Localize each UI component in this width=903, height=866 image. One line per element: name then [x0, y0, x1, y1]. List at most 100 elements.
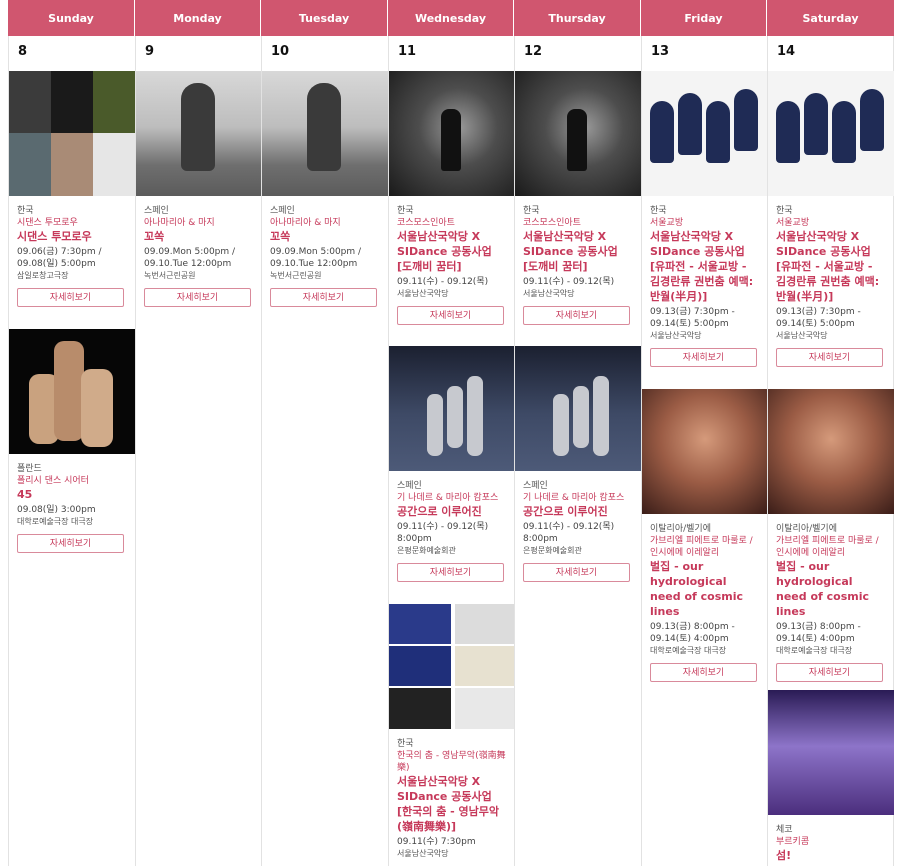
day-number: 14: [777, 44, 796, 59]
event-title[interactable]: 시댄스 투모로우: [17, 229, 126, 244]
event-venue: 서울남산국악당: [397, 289, 449, 298]
header-monday: Monday: [135, 0, 261, 36]
event-image[interactable]: [768, 389, 894, 514]
event-venue: 삼일로창고극장: [17, 271, 69, 280]
event-country: 한국: [523, 206, 540, 216]
details-button[interactable]: 자세히보기: [17, 534, 124, 553]
event-image[interactable]: [9, 71, 135, 196]
event-country: 한국: [17, 206, 34, 216]
event-image[interactable]: [515, 346, 641, 471]
event-image[interactable]: [642, 71, 768, 196]
event-card: 스페인 기 나데르 & 마리아 캄포스 공간으로 이루어진 09.11(수) -…: [389, 346, 515, 582]
header-tuesday: Tuesday: [261, 0, 388, 36]
details-button[interactable]: 자세히보기: [650, 348, 757, 367]
event-title[interactable]: 서울남산국악당 X SIDance 공동사업 [유파전 - 서울교방 - 김경란…: [776, 229, 885, 304]
event-venue: 서울남산국악당: [776, 331, 828, 340]
event-company: 한국의 춤 - 영남무악(嶺南舞樂): [397, 751, 506, 773]
event-card: 이탈리아/벨기에 가브리엘 피에트로 마룰로 / 인시에메 이레알리 벌집 - …: [768, 389, 894, 682]
event-date: 09.09.Mon 5:00pm / 09.10.Tue 12:00pm: [144, 247, 236, 269]
event-date: 09.13(금) 7:30pm - 09.14(토) 5:00pm: [776, 307, 861, 329]
event-company: 가브리엘 피에트로 마룰로 / 인시에메 이레알리: [650, 536, 753, 558]
details-button[interactable]: 자세히보기: [776, 348, 883, 367]
event-venue: 은평문화예술회관: [397, 546, 456, 555]
event-image[interactable]: [136, 71, 262, 196]
event-card: 폴란드 폴리시 댄스 시어터 45 09.08(일) 3:00pm 대학로예술극…: [9, 329, 135, 553]
event-venue: 녹번서근린공원: [144, 271, 196, 280]
event-venue: 대학로예술극장 대극장: [17, 517, 94, 526]
event-date: 09.11(수) - 09.12(목) 8:00pm: [397, 522, 489, 544]
event-company: 기 나데르 & 마리아 캄포스: [397, 493, 499, 503]
event-country: 한국: [650, 206, 667, 216]
details-button[interactable]: 자세히보기: [523, 306, 630, 325]
header-wednesday: Wednesday: [388, 0, 514, 36]
event-venue: 서울남산국악당: [523, 289, 575, 298]
event-date: 09.08(일) 3:00pm: [17, 505, 96, 515]
event-title[interactable]: 서울남산국악당 X SIDance 공동사업 [한국의 춤 - 영남무악(嶺南舞…: [397, 774, 506, 834]
day-number: 12: [524, 44, 543, 59]
event-date: 09.11(수) - 09.12(목): [523, 277, 615, 287]
details-button[interactable]: 자세히보기: [397, 563, 504, 582]
event-country: 스페인: [523, 481, 548, 491]
event-company: 아나마리아 & 마지: [144, 218, 215, 228]
day-column-sunday: 8 한국 시댄스 투모로우 시댄스 투모로우 09.06(금) 7:30pm /…: [8, 36, 135, 866]
event-card: 스페인 아나마리아 & 마지 꼬쏙 09.09.Mon 5:00pm / 09.…: [136, 71, 262, 307]
details-button[interactable]: 자세히보기: [397, 306, 504, 325]
event-image[interactable]: [515, 71, 641, 196]
details-button[interactable]: 자세히보기: [523, 563, 630, 582]
details-button[interactable]: 자세히보기: [17, 288, 124, 307]
header-thursday: Thursday: [514, 0, 641, 36]
event-company: 서울교방: [776, 218, 810, 228]
event-venue: 서울남산국악당: [650, 331, 702, 340]
day-number: 10: [271, 44, 290, 59]
event-date: 09.09.Mon 5:00pm / 09.10.Tue 12:00pm: [270, 247, 362, 269]
event-title[interactable]: 벌집 - our hydrological need of cosmic lin…: [650, 559, 759, 619]
event-country: 체코: [776, 825, 793, 835]
details-button[interactable]: 자세히보기: [270, 288, 377, 307]
event-image[interactable]: [389, 604, 515, 729]
event-company: 기 나데르 & 마리아 캄포스: [523, 493, 625, 503]
event-title[interactable]: 공간으로 이루어진: [523, 504, 632, 519]
event-title[interactable]: 서울남산국악당 X SIDance 공동사업 [도깨비 꿈터]: [397, 229, 506, 274]
event-image[interactable]: [389, 346, 515, 471]
weekday-header: Sunday Monday Tuesday Wednesday Thursday…: [8, 0, 894, 36]
event-title[interactable]: 꼬쏙: [270, 229, 379, 244]
calendar-week: Sunday Monday Tuesday Wednesday Thursday…: [0, 0, 903, 866]
details-button[interactable]: 자세히보기: [144, 288, 251, 307]
event-company: 서울교방: [650, 218, 684, 228]
event-title[interactable]: 벌집 - our hydrological need of cosmic lin…: [776, 559, 885, 619]
day-number: 13: [651, 44, 670, 59]
event-title[interactable]: 서울남산국악당 X SIDance 공동사업 [도깨비 꿈터]: [523, 229, 632, 274]
details-button[interactable]: 자세히보기: [776, 663, 883, 682]
day-number: 11: [398, 44, 417, 59]
event-date: 09.13(금) 8:00pm - 09.14(토) 4:00pm: [776, 622, 861, 644]
event-image[interactable]: [262, 71, 388, 196]
event-title[interactable]: 섬!: [776, 848, 885, 863]
header-friday: Friday: [641, 0, 767, 36]
event-company: 시댄스 투모로우: [17, 218, 78, 228]
event-country: 한국: [397, 739, 414, 749]
event-image[interactable]: [768, 71, 894, 196]
event-image[interactable]: [768, 690, 894, 815]
event-company: 아나마리아 & 마지: [270, 218, 341, 228]
event-title[interactable]: 45: [17, 487, 126, 502]
event-title[interactable]: 꼬쏙: [144, 229, 253, 244]
event-date: 09.06(금) 7:30pm / 09.08(일) 5:00pm: [17, 247, 102, 269]
event-card: 한국 서울교방 서울남산국악당 X SIDance 공동사업 [유파전 - 서울…: [642, 71, 768, 367]
details-button[interactable]: 자세히보기: [650, 663, 757, 682]
event-image[interactable]: [642, 389, 768, 514]
event-country: 이탈리아/벨기에: [776, 524, 837, 534]
event-card: 한국 시댄스 투모로우 시댄스 투모로우 09.06(금) 7:30pm / 0…: [9, 71, 135, 307]
event-company: 폴리시 댄스 시어터: [17, 476, 89, 486]
event-venue: 녹번서근린공원: [270, 271, 322, 280]
event-image[interactable]: [389, 71, 515, 196]
event-image[interactable]: [9, 329, 135, 454]
day-number: 8: [18, 44, 28, 59]
event-venue: 서울남산국악당: [397, 849, 449, 858]
day-column-friday: 13 한국 서울교방 서울남산국악당 X SIDance 공동사업 [유파전 -…: [641, 36, 768, 866]
header-saturday: Saturday: [767, 0, 894, 36]
event-company: 가브리엘 피에트로 마룰로 / 인시에메 이레알리: [776, 536, 879, 558]
event-venue: 은평문화예술회관: [523, 546, 582, 555]
event-title[interactable]: 공간으로 이루어진: [397, 504, 506, 519]
event-title[interactable]: 서울남산국악당 X SIDance 공동사업 [유파전 - 서울교방 - 김경란…: [650, 229, 759, 304]
event-card: 한국 서울교방 서울남산국악당 X SIDance 공동사업 [유파전 - 서울…: [768, 71, 894, 367]
